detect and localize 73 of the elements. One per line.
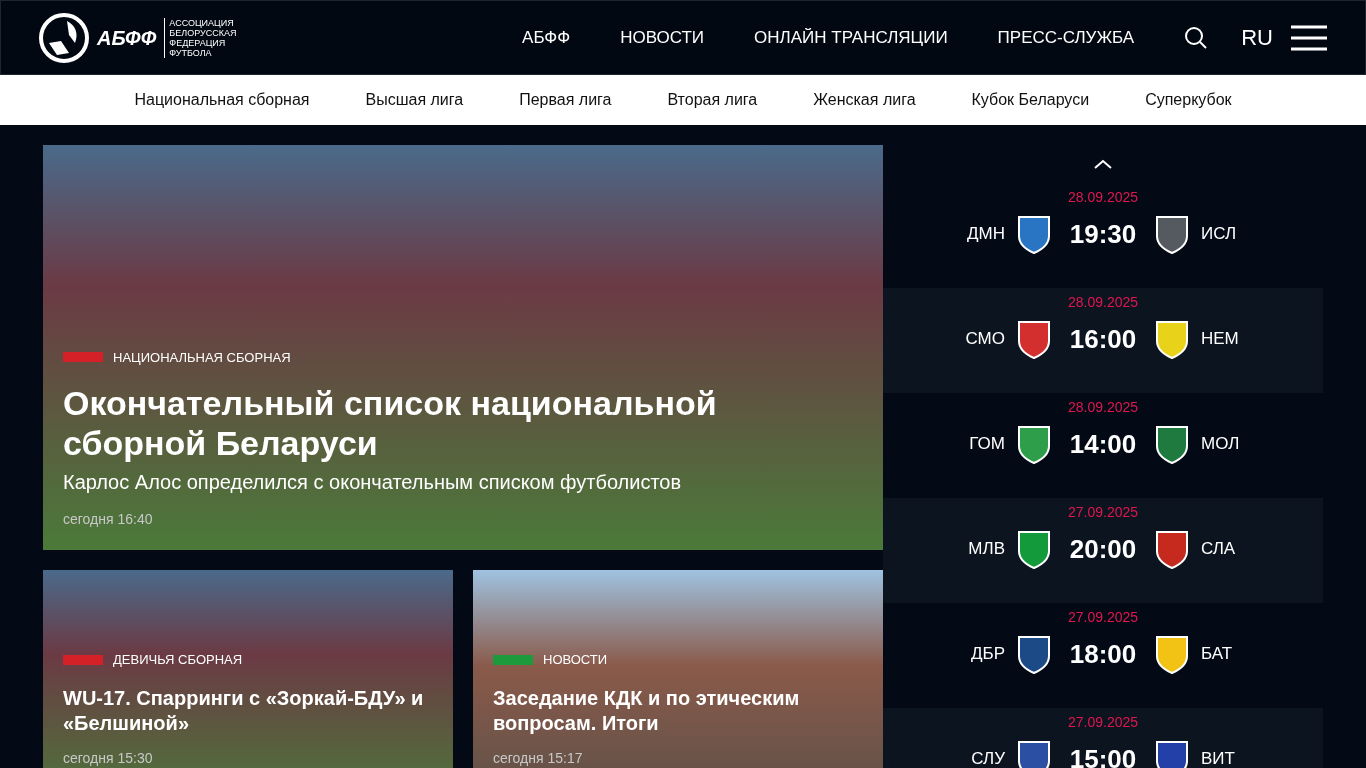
away-team-code: НЕМ — [1201, 328, 1240, 351]
ball-logo-icon — [39, 12, 89, 63]
club-crest-icon — [1017, 634, 1051, 674]
publish-time: сегодня 16:40 — [63, 510, 154, 529]
home-team-code: СМО — [964, 328, 1005, 351]
nav-link[interactable]: НОВОСТИ — [620, 24, 705, 51]
away-team-code: СЛА — [1201, 538, 1237, 561]
match-time: 19:30 — [1068, 217, 1138, 251]
home-team-code: ДМН — [966, 223, 1005, 246]
away-team-code: МОЛ — [1201, 433, 1241, 456]
away-team-code: ИСЛ — [1201, 223, 1238, 246]
match-time: 14:00 — [1068, 427, 1138, 461]
news-title: WU-17. Спарринги с «Зоркай-БДУ» и «Белшиной» — [63, 685, 425, 736]
subnav-link[interactable]: Национальная сборная — [134, 88, 310, 112]
featured-title: Окончательный список национальной сборной Беларуси — [63, 383, 718, 463]
subnav-link[interactable]: Высшая лига — [365, 88, 464, 112]
subnav-link[interactable]: Первая лига — [519, 88, 612, 112]
match-time: 20:00 — [1068, 532, 1138, 566]
subnav-link[interactable]: Вторая лига — [667, 88, 758, 112]
logo-caption: АССОЦИАЦИЯ — [169, 17, 235, 28]
category-label: НАЦИОНАЛЬНАЯ СБОРНАЯ — [113, 348, 291, 367]
logo-caption: ФУТБОЛА — [169, 47, 212, 58]
club-crest-icon — [1155, 739, 1189, 768]
featured-news-card[interactable]: НАЦИОНАЛЬНАЯ СБОРНАЯ Окончательный список национальной сборной Беларуси Карлос Алос определился с окончательным списком футболистов сегодня 16:40 — [43, 145, 883, 550]
chevron-up-icon[interactable] — [1094, 159, 1112, 169]
club-crest-icon — [1155, 319, 1189, 359]
publish-time: сегодня 15:30 — [63, 748, 154, 768]
nav-link[interactable]: ОНЛАЙН ТРАНСЛЯЦИИ — [754, 24, 948, 51]
club-crest-icon — [1155, 424, 1189, 464]
logo-abbreviation: АБФФ — [97, 25, 157, 51]
news-title: Заседание КДК и по этическим вопросам. Итоги — [493, 685, 801, 736]
club-crest-icon — [1017, 424, 1051, 464]
match-time: 18:00 — [1068, 637, 1138, 671]
home-team-code: ДБР — [970, 643, 1005, 666]
match-row[interactable]: 27.09.2025 СЛУ 15:00 ВИТ — [883, 708, 1323, 768]
club-crest-icon — [1017, 214, 1051, 254]
nav-link[interactable]: АБФФ — [522, 24, 571, 51]
featured-subtitle: Карлос Алос определился с окончательным списком футболистов — [63, 470, 683, 495]
match-time: 16:00 — [1068, 322, 1138, 356]
match-date: 27.09.2025 — [1067, 713, 1139, 732]
club-crest-icon — [1155, 634, 1189, 674]
match-date: 27.09.2025 — [1067, 503, 1139, 522]
subnav-link[interactable]: Женская лига — [813, 88, 916, 112]
language-link[interactable]: RU — [1241, 21, 1273, 54]
subnav-link[interactable]: Кубок Беларуси — [971, 88, 1090, 112]
match-time: 15:00 — [1068, 742, 1138, 768]
logo-caption: ФЕДЕРАЦИЯ — [169, 37, 227, 48]
club-crest-icon — [1017, 319, 1051, 359]
category-label: НОВОСТИ — [543, 651, 608, 669]
home-team-code: СЛУ — [970, 748, 1005, 768]
home-team-code: МЛВ — [967, 538, 1005, 561]
search-icon[interactable] — [1184, 25, 1209, 50]
nav-link[interactable]: ПРЕСС-СЛУЖБА — [997, 24, 1135, 51]
menu-icon[interactable] — [1291, 24, 1327, 51]
match-date: 28.09.2025 — [1067, 398, 1139, 417]
club-crest-icon — [1017, 739, 1051, 768]
away-team-code: БАТ — [1201, 643, 1234, 666]
club-crest-icon — [1155, 529, 1189, 569]
match-row[interactable]: 27.09.2025 МЛВ 20:00 СЛА — [883, 498, 1323, 603]
logo-caption: БЕЛОРУССКАЯ — [169, 27, 237, 38]
subnav-link[interactable]: Суперкубок — [1145, 88, 1232, 112]
club-crest-icon — [1155, 214, 1189, 254]
category-label: ДЕВИЧЬЯ СБОРНАЯ — [113, 651, 243, 669]
match-date: 28.09.2025 — [1067, 188, 1139, 207]
away-team-code: ВИТ — [1201, 748, 1236, 768]
news-card[interactable]: НОВОСТИ Заседание КДК и по этическим вопросам. Итоги сегодня 15:17 — [473, 570, 883, 768]
match-row[interactable]: 28.09.2025 СМО 16:00 НЕМ — [883, 288, 1323, 393]
publish-time: сегодня 15:17 — [493, 748, 584, 768]
news-card[interactable]: ДЕВИЧЬЯ СБОРНАЯ WU-17. Спарринги с «Зоркай-БДУ» и «Белшиной» сегодня 15:30 — [43, 570, 453, 768]
home-team-code: ГОМ — [968, 433, 1005, 456]
match-date: 28.09.2025 — [1067, 293, 1139, 312]
club-crest-icon — [1017, 529, 1051, 569]
match-date: 27.09.2025 — [1067, 608, 1139, 627]
